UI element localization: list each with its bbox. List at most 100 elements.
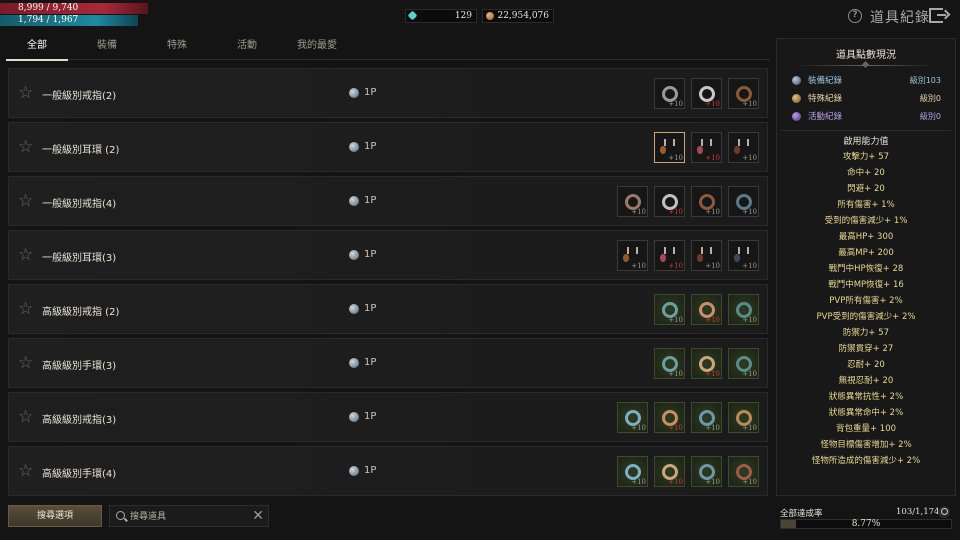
item-slot[interactable]: +10 — [728, 402, 759, 433]
ability-list: 攻擊力+ 57 命中+ 20 閃避+ 20 所有傷害+ 1% 受到的傷害減少+ 1% 最高… — [777, 149, 955, 469]
list-item[interactable]: ☆ 一般級別戒指(2) 1P +10 +10 +10 — [8, 68, 768, 118]
enchant-level: +10 — [668, 424, 683, 432]
list-item[interactable]: ☆ 高級級別戒指(3) 1P +10 +10 +10 +10 — [8, 392, 768, 442]
item-slot[interactable]: +10 — [691, 240, 722, 271]
ability-stat: 防禦力+ 57 — [842, 328, 890, 338]
item-slot[interactable]: +10 — [654, 78, 685, 109]
tab-1[interactable]: 裝備 — [76, 36, 138, 59]
item-group-name: 一般級別耳環 (2) — [42, 145, 120, 156]
list-item[interactable]: ☆ 高級級別戒指 (2) 1P +10 +10 +10 — [8, 284, 768, 334]
item-points: 1P — [349, 195, 376, 206]
hp-value: 8,999 / 9,740 — [18, 3, 79, 13]
enchant-level: +10 — [668, 208, 683, 216]
item-slot[interactable]: +10 — [728, 132, 759, 163]
special-record-icon — [792, 94, 801, 103]
achievement-progress-bar: 8.77% — [780, 519, 952, 529]
favorite-star-icon[interactable]: ☆ — [18, 301, 35, 318]
record-special[interactable]: 特殊紀錄 級別0 — [785, 90, 947, 108]
gold-amount: 22,954,076 — [497, 11, 549, 21]
record-level: 級別0 — [919, 112, 941, 121]
enchant-level: +10 — [742, 478, 757, 486]
item-slot[interactable]: +10 — [691, 294, 722, 325]
item-slot[interactable]: +10 — [654, 240, 685, 271]
ability-title: 啟用能力值 — [843, 137, 889, 147]
item-slot[interactable]: +10 — [617, 240, 648, 271]
item-slot[interactable]: +10 — [691, 186, 722, 217]
ability-stat: 背包重量+ 100 — [835, 424, 897, 434]
ability-stat: PVP所有傷害+ 2% — [829, 296, 903, 306]
equip-record-icon — [792, 76, 801, 85]
player-status-bars: 8,999 / 9,740 1,794 / 1,967 — [0, 0, 160, 28]
ability-stat: 戰鬥中MP恢復+ 16 — [828, 280, 904, 290]
enchant-level: +10 — [668, 154, 683, 162]
favorite-star-icon[interactable]: ☆ — [18, 193, 35, 210]
enchant-level: +10 — [742, 424, 757, 432]
favorite-star-icon[interactable]: ☆ — [18, 355, 35, 372]
favorite-star-icon[interactable]: ☆ — [18, 85, 35, 102]
help-icon[interactable]: ? — [848, 9, 862, 23]
item-slot[interactable]: +10 — [654, 348, 685, 379]
ability-stat: 所有傷害+ 1% — [837, 200, 895, 210]
item-points: 1P — [349, 141, 376, 152]
list-item[interactable]: ☆ 一般級別戒指(4) 1P +10 +10 +10 +10 — [8, 176, 768, 226]
ability-stat: 怪物目標傷害增加+ 2% — [820, 440, 912, 450]
item-slot[interactable]: +10 — [728, 186, 759, 217]
item-slot[interactable]: +10 — [654, 456, 685, 487]
list-item[interactable]: ☆ 高級級別手環(4) 1P +10 +10 +10 +10 — [8, 446, 768, 496]
ability-stat: 狀態異常命中+ 2% — [828, 408, 904, 418]
favorite-star-icon[interactable]: ☆ — [18, 139, 35, 156]
item-slot[interactable]: +10 — [617, 456, 648, 487]
item-slot[interactable]: +10 — [728, 294, 759, 325]
item-group-name: 一般級別耳環(3) — [42, 253, 117, 264]
tab-2[interactable]: 特殊 — [146, 36, 208, 59]
tab-4[interactable]: 我的最愛 — [286, 36, 348, 59]
item-slot[interactable]: +10 — [691, 348, 722, 379]
clear-search-icon[interactable]: ✕ — [252, 508, 264, 524]
item-slots: +10 +10 +10 — [654, 132, 759, 163]
mp-bar: 1,794 / 1,967 — [0, 15, 138, 26]
record-equip[interactable]: 裝備紀錄 級別103 — [785, 72, 947, 90]
item-slot[interactable]: +10 — [691, 78, 722, 109]
category-tabs: 全部 裝備 特殊 活動 我的最愛 — [6, 36, 770, 61]
search-input[interactable] — [130, 509, 250, 524]
enchant-level: +10 — [668, 478, 683, 486]
list-item[interactable]: ☆ 一般級別耳環(3) 1P +10 +10 +10 +10 — [8, 230, 768, 280]
exit-icon[interactable] — [929, 8, 946, 23]
item-slot[interactable]: +10 — [691, 402, 722, 433]
tab-0[interactable]: 全部 — [6, 36, 68, 61]
achievement-detail-icon[interactable] — [938, 506, 950, 518]
item-slot[interactable]: +10 — [728, 78, 759, 109]
enchant-level: +10 — [705, 100, 720, 108]
record-event[interactable]: 活動紀錄 級別0 — [785, 108, 947, 126]
enchant-level: +10 — [742, 262, 757, 270]
item-slots: +10 +10 +10 — [654, 348, 759, 379]
gem-icon — [407, 10, 418, 21]
enchant-level: +10 — [705, 154, 720, 162]
item-slot[interactable]: +10 — [728, 348, 759, 379]
tab-3[interactable]: 活動 — [216, 36, 278, 59]
favorite-star-icon[interactable]: ☆ — [18, 409, 35, 426]
item-slot[interactable]: +10 — [654, 294, 685, 325]
item-slot[interactable]: +10 — [617, 186, 648, 217]
favorite-star-icon[interactable]: ☆ — [18, 247, 35, 264]
gem-amount: 129 — [454, 11, 472, 21]
enchant-level: +10 — [668, 262, 683, 270]
item-slot[interactable]: +10 — [654, 402, 685, 433]
item-slot[interactable]: +10 — [728, 240, 759, 271]
list-item[interactable]: ☆ 一般級別耳環 (2) 1P +10 +10 +10 — [8, 122, 768, 172]
item-slot[interactable]: +10 — [691, 132, 722, 163]
item-slots: +10 +10 +10 +10 — [617, 240, 759, 271]
achievement-count: 103/1,174 — [896, 507, 940, 517]
ability-stat: 受到的傷害減少+ 1% — [824, 216, 908, 226]
favorite-star-icon[interactable]: ☆ — [18, 463, 35, 480]
item-slot[interactable]: +10 — [691, 456, 722, 487]
list-item[interactable]: ☆ 高級級別手環(3) 1P +10 +10 +10 — [8, 338, 768, 388]
item-slot[interactable]: +10 — [654, 132, 685, 163]
item-slot[interactable]: +10 — [728, 456, 759, 487]
achievement-label: 全部達成率 — [780, 509, 823, 519]
enchant-level: +10 — [742, 100, 757, 108]
record-label: 特殊紀錄 — [808, 94, 843, 104]
item-slot[interactable]: +10 — [654, 186, 685, 217]
search-options-button[interactable]: 搜尋選項 — [8, 505, 102, 527]
item-slot[interactable]: +10 — [617, 402, 648, 433]
